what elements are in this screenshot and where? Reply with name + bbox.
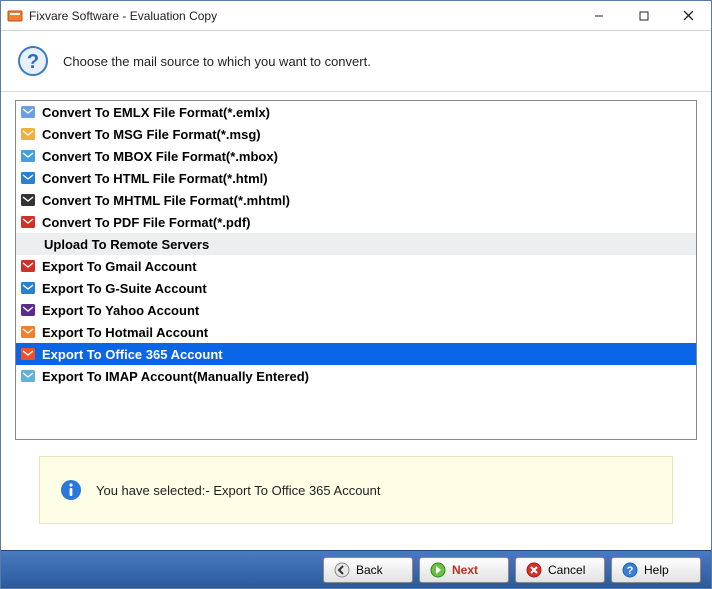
help-label: Help	[644, 563, 669, 577]
help-icon: ?	[622, 562, 638, 578]
separator	[1, 91, 711, 92]
list-item[interactable]: Convert To MBOX File Format(*.mbox)	[16, 145, 696, 167]
list-item[interactable]: Convert To MSG File Format(*.msg)	[16, 123, 696, 145]
list-item[interactable]: Convert To EMLX File Format(*.emlx)	[16, 101, 696, 123]
list-header-label: Upload To Remote Servers	[44, 237, 209, 252]
app-icon	[7, 8, 23, 24]
next-button[interactable]: Next	[419, 557, 509, 583]
list-item[interactable]: Export To Gmail Account	[16, 255, 696, 277]
hotmail-icon	[20, 324, 36, 340]
maximize-button[interactable]	[621, 1, 666, 31]
list-item-label: Export To IMAP Account(Manually Entered)	[42, 369, 309, 384]
list-item-label: Export To Yahoo Account	[42, 303, 199, 318]
main-window: Fixvare Software - Evaluation Copy ? Cho…	[0, 0, 712, 589]
back-arrow-icon	[334, 562, 350, 578]
list-item[interactable]: Export To Hotmail Account	[16, 321, 696, 343]
list-item[interactable]: Convert To PDF File Format(*.pdf)	[16, 211, 696, 233]
emlx-icon	[20, 104, 36, 120]
info-icon	[60, 479, 82, 501]
list-item-label: Convert To MHTML File Format(*.mhtml)	[42, 193, 290, 208]
help-button[interactable]: ? Help	[611, 557, 701, 583]
list-item-label: Export To G-Suite Account	[42, 281, 207, 296]
cancel-icon	[526, 562, 542, 578]
content-area: Convert To EMLX File Format(*.emlx) Conve…	[1, 100, 711, 550]
question-icon: ?	[17, 45, 49, 77]
list-item[interactable]: Convert To MHTML File Format(*.mhtml)	[16, 189, 696, 211]
list-item-label: Convert To EMLX File Format(*.emlx)	[42, 105, 270, 120]
svg-text:?: ?	[27, 51, 39, 73]
list-item[interactable]: Export To G-Suite Account	[16, 277, 696, 299]
html-icon	[20, 170, 36, 186]
back-label: Back	[356, 563, 383, 577]
list-item[interactable]: Export To Yahoo Account	[16, 299, 696, 321]
minimize-button[interactable]	[576, 1, 621, 31]
list-item-label: Convert To MSG File Format(*.msg)	[42, 127, 261, 142]
msg-icon	[20, 126, 36, 142]
mbox-icon	[20, 148, 36, 164]
gsuite-icon	[20, 280, 36, 296]
cancel-button[interactable]: Cancel	[515, 557, 605, 583]
list-section-header: Upload To Remote Servers	[16, 233, 696, 255]
next-label: Next	[452, 563, 478, 577]
list-item-label: Convert To MBOX File Format(*.mbox)	[42, 149, 278, 164]
list-item-label: Export To Hotmail Account	[42, 325, 208, 340]
titlebar: Fixvare Software - Evaluation Copy	[1, 1, 711, 31]
svg-text:?: ?	[627, 565, 634, 577]
info-panel: You have selected:- Export To Office 365…	[39, 456, 673, 524]
conversion-listbox[interactable]: Convert To EMLX File Format(*.emlx) Conve…	[15, 100, 697, 440]
list-item-label: Export To Office 365 Account	[42, 347, 223, 362]
imap-icon	[20, 368, 36, 384]
subtitle: Choose the mail source to which you want…	[63, 54, 371, 69]
button-bar: Back Next Cancel ? Help	[1, 550, 711, 588]
pdf-icon	[20, 214, 36, 230]
list-item[interactable]: Export To Office 365 Account	[16, 343, 696, 365]
back-button[interactable]: Back	[323, 557, 413, 583]
next-arrow-icon	[430, 562, 446, 578]
window-title: Fixvare Software - Evaluation Copy	[29, 9, 576, 23]
info-text: You have selected:- Export To Office 365…	[96, 483, 381, 498]
office365-icon	[20, 346, 36, 362]
cancel-label: Cancel	[548, 563, 585, 577]
list-item-label: Convert To HTML File Format(*.html)	[42, 171, 268, 186]
gmail-icon	[20, 258, 36, 274]
header: ? Choose the mail source to which you wa…	[1, 31, 711, 91]
list-item-label: Export To Gmail Account	[42, 259, 197, 274]
close-button[interactable]	[666, 1, 711, 31]
mhtml-icon	[20, 192, 36, 208]
list-item-label: Convert To PDF File Format(*.pdf)	[42, 215, 250, 230]
yahoo-icon	[20, 302, 36, 318]
list-item[interactable]: Convert To HTML File Format(*.html)	[16, 167, 696, 189]
list-item[interactable]: Export To IMAP Account(Manually Entered)	[16, 365, 696, 387]
